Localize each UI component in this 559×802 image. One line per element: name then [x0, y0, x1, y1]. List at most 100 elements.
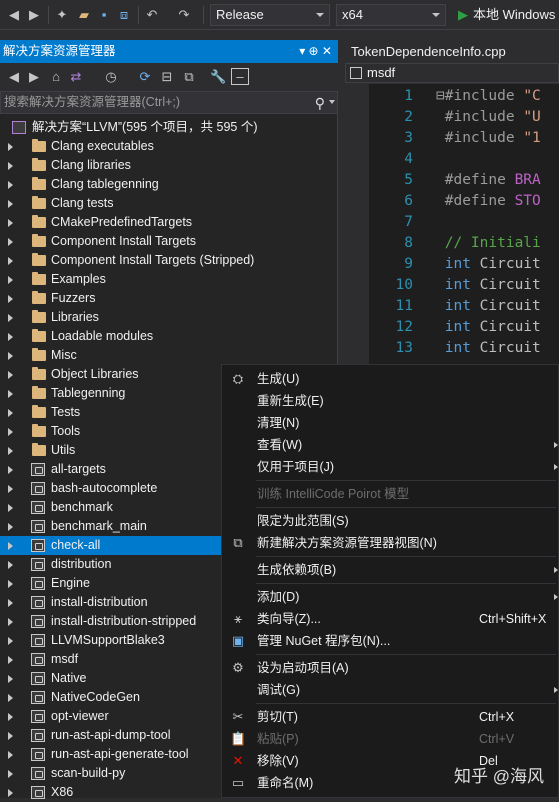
tree-folder-item[interactable]: Loadable modules — [0, 327, 338, 346]
tree-folder-item[interactable]: Clang tests — [0, 194, 338, 213]
menu-item[interactable]: ⚙ 设为启动项目(A) — [222, 657, 559, 679]
expand-arrow-icon[interactable] — [8, 162, 13, 170]
collapse-all-icon[interactable]: ⊟ — [159, 69, 175, 85]
menu-item[interactable]: ✂ 剪切(T) Ctrl+X — [222, 706, 559, 728]
expand-arrow-icon[interactable] — [8, 523, 13, 531]
expand-arrow-icon[interactable] — [8, 618, 13, 626]
expand-arrow-icon[interactable] — [8, 200, 13, 208]
expand-arrow-icon[interactable] — [8, 143, 13, 151]
tree-folder-item[interactable]: Examples — [0, 270, 338, 289]
expand-arrow-icon[interactable] — [8, 276, 13, 284]
menu-item-label: 调试(G) — [257, 683, 301, 697]
menu-item[interactable]: 生成依赖项(B) — [222, 559, 559, 581]
expand-arrow-icon[interactable] — [8, 599, 13, 607]
menu-separator — [256, 654, 556, 655]
tree-folder-item[interactable]: Clang tablegenning — [0, 175, 338, 194]
preview-selected-icon[interactable]: – — [231, 68, 249, 85]
tree-folder-item[interactable]: CMakePredefinedTargets — [0, 213, 338, 232]
tree-folder-item[interactable]: Fuzzers — [0, 289, 338, 308]
undo-icon[interactable]: ↶ — [144, 7, 160, 23]
expand-arrow-icon[interactable] — [8, 390, 13, 398]
expand-arrow-icon[interactable] — [8, 580, 13, 588]
run-target-label[interactable]: 本地 Windows — [473, 7, 555, 23]
tree-folder-item[interactable]: Libraries — [0, 308, 338, 327]
save-all-icon[interactable]: ⧈ — [116, 7, 132, 23]
expand-arrow-icon[interactable] — [8, 257, 13, 265]
show-all-files-icon[interactable]: ⧉ — [181, 69, 197, 85]
platform-dropdown[interactable]: x64 — [336, 4, 446, 26]
properties-wrench-icon[interactable]: 🔧 — [210, 69, 226, 85]
expand-arrow-icon[interactable] — [8, 352, 13, 360]
expand-arrow-icon[interactable] — [8, 314, 13, 322]
configuration-dropdown[interactable]: Release — [210, 4, 330, 26]
home-icon[interactable]: ⌂ — [48, 69, 64, 85]
expand-arrow-icon[interactable] — [8, 428, 13, 436]
menu-item[interactable]: ▣ 管理 NuGet 程序包(N)... — [222, 630, 559, 652]
search-input[interactable]: 搜索解决方案资源管理器(Ctrl+;) ⚲ — [0, 91, 338, 114]
tree-folder-item[interactable]: Component Install Targets — [0, 232, 338, 251]
menu-item[interactable]: 重新生成(E) — [222, 390, 559, 412]
expand-arrow-icon[interactable] — [8, 713, 13, 721]
forward-icon[interactable]: ▶ — [26, 69, 42, 85]
expand-arrow-icon[interactable] — [8, 333, 13, 341]
menu-item[interactable]: 添加(D) — [222, 586, 559, 608]
menu-item[interactable]: ⚹ 类向导(Z)... Ctrl+Shift+X — [222, 608, 559, 630]
editor-navigation-bar[interactable]: msdf — [345, 63, 559, 83]
expand-arrow-icon[interactable] — [8, 238, 13, 246]
expand-arrow-icon[interactable] — [8, 409, 13, 417]
switch-views-icon[interactable]: ⇄ — [68, 69, 84, 85]
expand-arrow-icon[interactable] — [8, 732, 13, 740]
menu-item[interactable]: 仅用于项目(J) — [222, 456, 559, 478]
expand-arrow-icon[interactable] — [8, 542, 13, 550]
expand-arrow-icon[interactable] — [8, 466, 13, 474]
menu-item[interactable]: 查看(W) — [222, 434, 559, 456]
menu-item[interactable]: 调试(G) — [222, 679, 559, 701]
expand-arrow-icon[interactable] — [8, 770, 13, 778]
expand-arrow-icon[interactable] — [8, 181, 13, 189]
expand-arrow-icon[interactable] — [8, 675, 13, 683]
expand-arrow-icon[interactable] — [8, 789, 13, 797]
menu-item[interactable]: 📋 粘贴(P) Ctrl+V — [222, 728, 559, 750]
play-icon[interactable]: ▶ — [455, 7, 471, 23]
tree-item-label: Tablegenning — [51, 386, 126, 400]
menu-item[interactable]: 清理(N) — [222, 412, 559, 434]
open-folder-icon[interactable]: ▰ — [76, 7, 92, 23]
solution-root[interactable]: 解决方案“LLVM”(595 个项目，共 595 个) — [0, 118, 338, 137]
tree-folder-item[interactable]: Component Install Targets (Stripped) — [0, 251, 338, 270]
tree-folder-item[interactable]: Clang libraries — [0, 156, 338, 175]
back-icon[interactable]: ◀ — [6, 7, 22, 23]
tree-folder-item[interactable]: Misc — [0, 346, 338, 365]
save-icon[interactable]: ▪ — [96, 7, 112, 23]
menu-item[interactable]: 限定为此范围(S) — [222, 510, 559, 532]
expand-arrow-icon[interactable] — [8, 485, 13, 493]
expand-arrow-icon[interactable] — [8, 637, 13, 645]
tab-token-dependence-info[interactable]: TokenDependenceInfo.cpp — [339, 40, 506, 63]
tree-folder-item[interactable]: Clang executables — [0, 137, 338, 156]
forward-icon[interactable]: ▶ — [26, 7, 42, 23]
expand-arrow-icon[interactable] — [8, 656, 13, 664]
menu-item[interactable]: ⧉ 新建解决方案资源管理器视图(N) — [222, 532, 559, 554]
watermark: 知乎 @海风 — [454, 767, 544, 786]
expand-arrow-icon[interactable] — [8, 694, 13, 702]
menu-item[interactable]: 训练 IntelliCode Poirot 模型 — [222, 483, 559, 505]
search-icon[interactable]: ⚲ — [315, 93, 325, 114]
expand-arrow-icon[interactable] — [8, 219, 13, 227]
new-project-icon[interactable]: ✦ — [54, 7, 70, 23]
project-icon — [31, 539, 45, 552]
code-editor[interactable]: 1 ⊟#include "C 2 #include "U 3 #include "1 4… — [345, 84, 559, 374]
expand-arrow-icon[interactable] — [8, 295, 13, 303]
expand-arrow-icon[interactable] — [8, 504, 13, 512]
menu-item[interactable]: ⛭ 生成(U) — [222, 368, 559, 390]
panel-window-controls-icon[interactable]: ▾ ⊕ ✕ — [299, 40, 332, 63]
back-icon[interactable]: ◀ — [6, 69, 22, 85]
sync-icon[interactable]: ⟳ — [137, 69, 153, 85]
expand-arrow-icon[interactable] — [8, 751, 13, 759]
chevron-down-icon[interactable] — [329, 100, 335, 104]
pending-changes-icon[interactable]: ◷ — [103, 69, 119, 85]
tree-item-label: Component Install Targets — [51, 234, 196, 248]
redo-icon[interactable]: ↷ — [176, 7, 192, 23]
expand-arrow-icon[interactable] — [8, 447, 13, 455]
expand-arrow-icon[interactable] — [8, 371, 13, 379]
expand-arrow-icon[interactable] — [8, 561, 13, 569]
code-token: #include — [436, 109, 524, 125]
